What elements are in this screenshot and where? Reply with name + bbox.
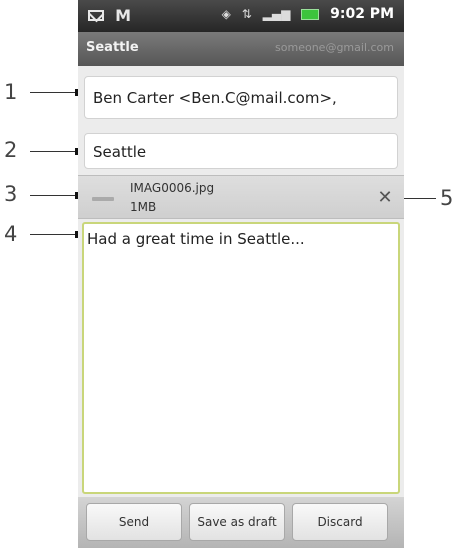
callout-5: 5 — [440, 186, 454, 210]
title-bar: Seattle someone@gmail.com — [78, 32, 404, 66]
callout-3-line — [30, 195, 80, 196]
to-field[interactable]: Ben Carter <Ben.C@mail.com>, — [84, 76, 398, 119]
discard-button[interactable]: Discard — [292, 503, 388, 541]
action-bar: Send Save as draft Discard — [78, 497, 404, 548]
battery-icon — [301, 8, 320, 20]
attachment-size: 1MB — [130, 200, 157, 214]
subject-field[interactable]: Seattle — [84, 133, 398, 169]
subject-field-value: Seattle — [93, 143, 147, 161]
attachment-filename: IMAG0006.jpg — [130, 181, 215, 195]
status-time: 9:02 PM — [330, 6, 394, 22]
attachment-thumbnail-icon — [92, 197, 114, 201]
network-1x-icon: ⇅ — [241, 7, 252, 21]
gps-icon: ◈ — [221, 7, 231, 21]
account-label: someone@gmail.com — [275, 41, 394, 54]
callout-2: 2 — [4, 138, 18, 162]
message-body-text: Had a great time in Seattle... — [87, 230, 305, 248]
save-as-draft-button[interactable]: Save as draft — [189, 503, 285, 541]
status-bar: M ◈ ⇅ ▂▄▆ 9:02 PM — [78, 0, 404, 32]
remove-attachment-icon[interactable]: ✕ — [372, 186, 398, 210]
callout-3: 3 — [4, 182, 18, 206]
callout-2-line — [30, 151, 80, 152]
mail-icon — [88, 10, 104, 21]
callout-4: 4 — [4, 222, 18, 246]
send-button[interactable]: Send — [86, 503, 182, 541]
callout-1: 1 — [4, 80, 18, 104]
status-left-icons: M — [88, 5, 131, 25]
gmail-icon: M — [115, 6, 132, 25]
message-title: Seattle — [86, 40, 139, 55]
phone-screen: M ◈ ⇅ ▂▄▆ 9:02 PM Seattle someone@gmail.… — [78, 0, 404, 548]
callout-4-line — [30, 234, 80, 235]
status-right: ◈ ⇅ ▂▄▆ 9:02 PM — [222, 6, 394, 22]
message-body-field[interactable]: Had a great time in Seattle... — [82, 222, 400, 494]
callout-1-line — [30, 92, 80, 93]
signal-icon: ▂▄▆ — [262, 7, 291, 21]
attachment-row[interactable]: IMAG0006.jpg 1MB ✕ — [78, 175, 404, 219]
to-field-value: Ben Carter <Ben.C@mail.com>, — [93, 89, 337, 107]
